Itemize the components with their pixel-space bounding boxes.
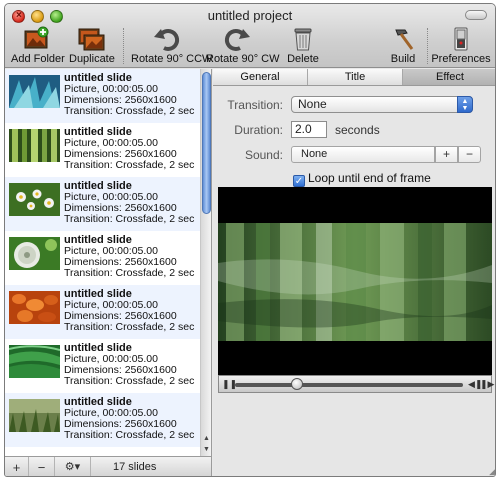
video-frame [218,223,492,341]
popup-arrows-icon: ▲ ▼ [457,96,473,113]
slide-list-scrollbar[interactable]: ▲ ▼ [200,69,211,456]
checkmark-icon: ✓ [293,175,305,187]
list-item[interactable]: untitled slide Picture, 00:00:05.00 Dime… [5,285,201,339]
add-folder-button[interactable]: Add Folder [11,26,65,65]
transition-value: None [298,97,327,111]
slide-info: untitled slide Picture, 00:00:05.00 Dime… [64,343,194,387]
slide-transition: Transition: Crossfade, 2 sec [64,213,195,225]
list-item[interactable]: untitled slide Picture, 00:00:05.00 Dime… [5,123,201,177]
slide-transition: Transition: Crossfade, 2 sec [64,321,195,333]
playback-scrubber[interactable] [235,383,463,387]
duration-units: seconds [335,123,380,137]
inspector-tabs: General Title Effect [213,69,495,86]
slide-thumbnail [9,237,60,270]
duplicate-icon [78,28,105,51]
slide-info: untitled slide Picture, 00:00:05.00 Dime… [64,235,194,279]
rotate-ccw-button[interactable]: Rotate 90° CCW [131,26,213,65]
rotate-cw-button[interactable]: Rotate 90° CW [206,26,280,65]
slide-info: untitled slide Picture, 00:00:05.00 Dime… [64,397,194,441]
preferences-button[interactable]: Preferences [431,26,491,65]
duration-label: Duration: [234,123,283,137]
slide-transition: Transition: Crossfade, 2 sec [64,429,195,441]
toolbar: × untitled project Add Folder Duplicate … [5,4,495,68]
trash-icon [294,28,312,51]
list-item[interactable]: untitled slide Picture, 00:00:05.00 Dime… [5,339,201,393]
transition-select[interactable]: None ▲ ▼ [291,96,473,113]
toolbar-separator [427,28,428,64]
preview-video[interactable] [218,187,492,375]
app-window: × untitled project Add Folder Duplicate … [4,3,496,477]
tab-title[interactable]: Title [308,69,403,85]
duration-field[interactable]: 2.0 [291,121,327,138]
loop-checkbox[interactable]: ✓ Loop until end of frame [293,171,431,187]
remove-sound-button[interactable]: − [458,146,481,163]
loop-label: Loop until end of frame [308,171,431,185]
rotate-ccw-icon [154,28,180,51]
scrubber-knob[interactable] [290,378,303,390]
toolbar-separator [123,28,124,64]
slide-list[interactable]: untitled slide Picture, 00:00:05.00 Dime… [5,69,212,456]
list-item[interactable]: untitled slide Picture, 00:00:05.00 Dime… [5,177,201,231]
slide-thumbnail [9,75,60,108]
slide-transition: Transition: Crossfade, 2 sec [64,375,195,387]
preferences-label: Preferences [431,53,491,65]
fast-forward-icon[interactable]: ❚▶ [480,379,494,390]
slide-transition: Transition: Crossfade, 2 sec [64,159,195,171]
toolbar-toggle-button[interactable] [465,10,487,20]
playback-controls: ❚❚ ◀❚ ❚▶ [218,375,494,393]
tab-general[interactable]: General [213,69,308,85]
delete-button[interactable]: Delete [285,26,321,65]
scroll-down-arrow-icon[interactable]: ▼ [202,445,211,454]
rotate-cw-icon [224,28,250,51]
sound-select[interactable]: None [291,146,435,163]
build-button[interactable]: Build [385,26,421,65]
slide-thumbnail [9,291,60,324]
add-slide-button[interactable]: + [5,457,29,476]
slide-info: untitled slide Picture, 00:00:05.00 Dime… [64,127,194,171]
list-item[interactable]: untitled slide Picture, 00:00:05.00 Dime… [5,69,201,123]
duplicate-button[interactable]: Duplicate [69,26,115,65]
list-item[interactable]: untitled slide Picture, 00:00:05.00 Dime… [5,393,201,447]
scroll-up-arrow-icon[interactable]: ▲ [202,434,211,443]
slide-info: untitled slide Picture, 00:00:05.00 Dime… [64,289,194,333]
scrollbar-thumb[interactable] [202,72,211,214]
slide-info: untitled slide Picture, 00:00:05.00 Dime… [64,181,194,225]
slide-info: untitled slide Picture, 00:00:05.00 Dime… [64,73,194,117]
add-sound-button[interactable]: + [435,146,458,163]
window-title: untitled project [207,8,293,23]
add-folder-label: Add Folder [11,53,65,65]
preferences-switch-icon [454,27,468,51]
hammer-icon [395,29,414,50]
delete-label: Delete [287,53,319,65]
slide-count: 17 slides [113,461,157,473]
build-label: Build [390,53,416,65]
slide-transition: Transition: Crossfade, 2 sec [64,267,195,279]
tab-effect[interactable]: Effect [403,69,495,85]
rotate-cw-label: Rotate 90° CW [206,53,280,65]
inspector-panel: General Title Effect Transition: None ▲ ▼… [213,69,495,476]
sound-label: Sound: [244,148,283,162]
transition-label: Transition: [227,98,283,112]
slide-thumbnail [9,129,60,162]
gear-menu-button[interactable]: ⚙▾ [55,457,91,476]
slide-thumbnail [9,183,60,216]
add-folder-icon [24,26,49,49]
slide-list-footer: + − ⚙▾ 17 slides [5,456,212,476]
slide-thumbnail [9,399,60,432]
slide-thumbnail [9,345,60,378]
rotate-ccw-label: Rotate 90° CCW [131,53,213,65]
slide-transition: Transition: Crossfade, 2 sec [64,105,195,117]
list-item[interactable]: untitled slide Picture, 00:00:05.00 Dime… [5,231,201,285]
duplicate-label: Duplicate [69,53,115,65]
remove-slide-button[interactable]: − [29,457,55,476]
resize-grip-icon[interactable]: ◢ [489,466,495,476]
